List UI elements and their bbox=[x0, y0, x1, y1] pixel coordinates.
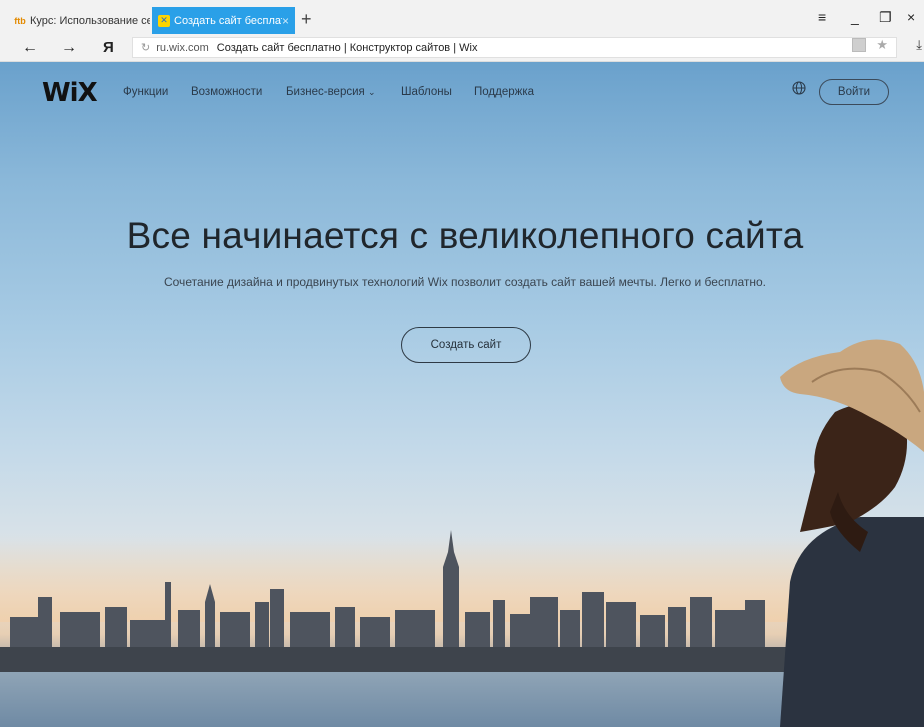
wix-favicon-icon: ✕ bbox=[158, 14, 170, 27]
tab-close-icon[interactable]: × bbox=[282, 14, 289, 28]
nav-business-label: Бизнес-версия bbox=[286, 86, 365, 98]
login-button[interactable]: Войти bbox=[819, 79, 889, 105]
hero-section: WiX Функции Возможности Бизнес-версия ⌄ … bbox=[0, 62, 924, 727]
hero-background-image bbox=[0, 339, 924, 727]
minimize-icon[interactable]: _ bbox=[851, 8, 859, 26]
course-favicon-icon: ftb bbox=[14, 15, 26, 26]
reload-icon[interactable]: ↻ bbox=[141, 41, 150, 54]
create-site-button[interactable]: Создать сайт bbox=[401, 327, 531, 363]
close-window-icon[interactable]: × bbox=[907, 8, 915, 26]
nav-support[interactable]: Поддержка bbox=[474, 86, 534, 98]
extension-icon[interactable] bbox=[852, 38, 866, 52]
address-bar-row: ← → Я ↻ ru.wix.com Создать сайт бесплатн… bbox=[0, 34, 924, 62]
globe-icon[interactable] bbox=[792, 81, 806, 95]
url-page-title: Создать сайт бесплатно | Конструктор сай… bbox=[216, 41, 478, 54]
nav-business[interactable]: Бизнес-версия ⌄ bbox=[286, 86, 376, 98]
browser-tab-course[interactable]: ftb Курс: Использование серв bbox=[8, 7, 150, 34]
nav-functions[interactable]: Функции bbox=[123, 86, 168, 98]
url-domain: ru.wix.com bbox=[156, 41, 209, 54]
wix-logo[interactable]: WiX bbox=[42, 78, 98, 108]
hero-subheadline: Сочетание дизайна и продвинутых технолог… bbox=[163, 275, 766, 289]
tab-title: Курс: Использование серв bbox=[30, 14, 150, 27]
yandex-logo-icon[interactable]: Я bbox=[103, 38, 114, 58]
browser-tab-wix[interactable]: ✕ Создать сайт бесплатно × bbox=[152, 7, 295, 34]
site-header: WiX Функции Возможности Бизнес-версия ⌄ … bbox=[0, 62, 924, 122]
bookmark-star-icon[interactable]: ★ bbox=[876, 37, 888, 53]
forward-arrow-icon[interactable]: → bbox=[61, 38, 77, 58]
nav-features[interactable]: Возможности bbox=[191, 86, 262, 98]
chevron-down-icon: ⌄ bbox=[367, 87, 376, 97]
new-tab-button[interactable]: + bbox=[301, 9, 312, 29]
menu-icon[interactable]: ≡ bbox=[818, 8, 826, 26]
restore-icon[interactable]: ❐ bbox=[879, 8, 892, 26]
download-icon[interactable]: ⤓ bbox=[916, 37, 922, 53]
back-arrow-icon[interactable]: ← bbox=[22, 38, 38, 58]
browser-tab-bar: ftb Курс: Использование серв ✕ Создать с… bbox=[0, 0, 924, 34]
address-field[interactable]: ↻ ru.wix.com Создать сайт бесплатно | Ко… bbox=[132, 37, 897, 58]
tab-title: Создать сайт бесплатно bbox=[174, 14, 282, 27]
hero-headline: Все начинается с великолепного сайта bbox=[126, 215, 804, 256]
nav-templates[interactable]: Шаблоны bbox=[401, 86, 452, 98]
